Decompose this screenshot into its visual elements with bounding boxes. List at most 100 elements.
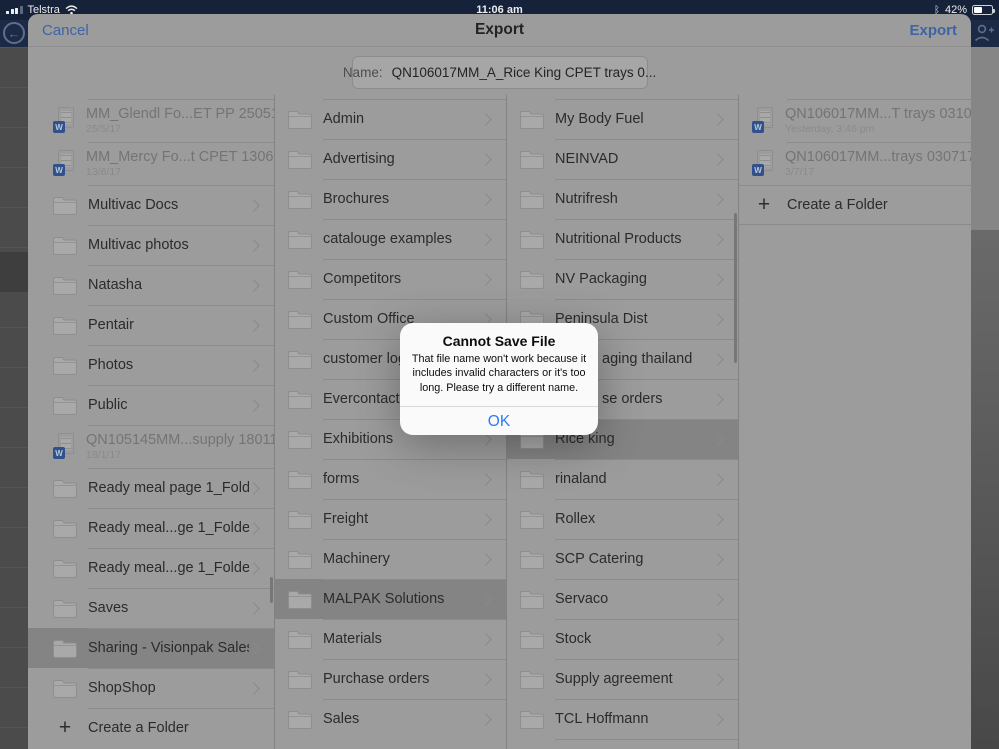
- chevron-right-icon: [479, 472, 492, 486]
- folder-icon: [287, 186, 313, 213]
- file-row[interactable]: W QN106017MM...trays 030717 3/7/17: [739, 142, 971, 185]
- folder-row[interactable]: [507, 739, 738, 749]
- folder-label: Photos: [88, 357, 134, 373]
- chevron-right-icon: [711, 392, 724, 406]
- word-file-icon: W: [52, 433, 76, 460]
- folder-row[interactable]: forms: [275, 459, 506, 499]
- file-date: 13/6/17: [86, 166, 122, 178]
- folder-row[interactable]: NEINVAD: [507, 139, 738, 179]
- folder-label: NV Packaging: [555, 271, 647, 287]
- create-folder-button[interactable]: + Create a Folder: [28, 708, 274, 748]
- folder-row[interactable]: SCP Catering: [507, 539, 738, 579]
- folder-row[interactable]: Nutritional Products: [507, 219, 738, 259]
- file-row[interactable]: W MM_Mercy Fo...t CPET 130617 13/6/17: [28, 142, 274, 185]
- folder-label: Freight: [323, 511, 369, 527]
- name-field-value: QN106017MM_A_Rice King CPET trays 0...: [391, 65, 657, 80]
- folder-row[interactable]: Servaco: [507, 579, 738, 619]
- folder-label: Advertising: [323, 151, 395, 167]
- folder-icon: [52, 675, 78, 702]
- folder-row[interactable]: Brochures: [275, 179, 506, 219]
- folder-row[interactable]: Advertising: [275, 139, 506, 179]
- word-file-icon: W: [52, 107, 76, 134]
- folder-row[interactable]: MALPAK Solutions: [275, 579, 506, 619]
- folder-label: forms: [323, 471, 360, 487]
- folder-row[interactable]: Machinery: [275, 539, 506, 579]
- chevron-right-icon: [711, 152, 724, 166]
- folder-row[interactable]: My Body Fuel: [507, 99, 738, 139]
- back-circle-icon: ←: [3, 22, 25, 44]
- folder-label: Ready meal page 1_Folder: [88, 480, 249, 496]
- folder-label: Rollex: [555, 511, 596, 527]
- browser-column-4: W QN106017MM...T trays 031017 Yesterday, 3…: [738, 95, 971, 749]
- folder-row[interactable]: Stock: [507, 619, 738, 659]
- folder-label: My Body Fuel: [555, 111, 644, 127]
- folder-icon: [519, 186, 545, 213]
- folder-icon: [287, 586, 313, 613]
- column-scrollbar[interactable]: [270, 577, 273, 603]
- folder-row[interactable]: Ready meal...ge 1_Folder 1: [28, 548, 274, 588]
- folder-row[interactable]: TCL Hoffmann: [507, 699, 738, 739]
- file-date: 25/5/17: [86, 123, 122, 135]
- folder-row[interactable]: Purchase orders: [275, 659, 506, 699]
- folder-row[interactable]: NV Packaging: [507, 259, 738, 299]
- folder-icon: [519, 506, 545, 533]
- folder-label: ShopShop: [88, 680, 156, 696]
- folder-row[interactable]: Nutrifresh: [507, 179, 738, 219]
- chevron-right-icon: [479, 272, 492, 286]
- name-area: Name: QN106017MM_A_Rice King CPET trays …: [28, 47, 971, 94]
- folder-row[interactable]: Sales: [275, 699, 506, 739]
- folder-label: Competitors: [323, 271, 402, 287]
- folder-row[interactable]: Rollex: [507, 499, 738, 539]
- chevron-right-icon: [479, 632, 492, 646]
- export-button[interactable]: Export: [909, 22, 957, 39]
- folder-label: Nutrifresh: [555, 191, 618, 207]
- folder-label: Natasha: [88, 277, 143, 293]
- folder-row[interactable]: Saves: [28, 588, 274, 628]
- folder-row[interactable]: Ready meal...ge 1_Folder 0: [28, 508, 274, 548]
- folder-row[interactable]: rinaland: [507, 459, 738, 499]
- file-row[interactable]: W QN106017MM...T trays 031017 Yesterday, 3…: [739, 99, 971, 142]
- folder-row[interactable]: Multivac photos: [28, 225, 274, 265]
- word-file-icon: W: [52, 150, 76, 177]
- chevron-right-icon: [711, 512, 724, 526]
- chevron-right-icon: [247, 681, 260, 695]
- file-date: 3/7/17: [785, 166, 815, 178]
- folder-icon: [52, 475, 78, 502]
- folder-label: Sharing - Visionpak Sales: [88, 640, 249, 656]
- file-row[interactable]: W MM_Glendl Fo...ET PP 250517 25/5/17: [28, 99, 274, 142]
- dimmed-background-left: [0, 47, 28, 749]
- folder-row[interactable]: Pentair: [28, 305, 274, 345]
- plus-icon: +: [58, 716, 72, 739]
- chevron-right-icon: [711, 432, 724, 446]
- filename-input[interactable]: Name: QN106017MM_A_Rice King CPET trays …: [343, 56, 656, 89]
- browser-column-1: W MM_Glendl Fo...ET PP 250517 25/5/17 W MM_M…: [28, 95, 274, 749]
- folder-row[interactable]: Materials: [275, 619, 506, 659]
- folder-row[interactable]: Freight: [275, 499, 506, 539]
- ok-button[interactable]: OK: [400, 405, 598, 435]
- file-title: QN105145MM...supply 180117: [86, 432, 274, 448]
- folder-icon: [287, 426, 313, 453]
- word-file-icon: W: [751, 107, 775, 134]
- folder-row[interactable]: Photos: [28, 345, 274, 385]
- cancel-button[interactable]: Cancel: [42, 22, 89, 39]
- file-date: 18/1/17: [86, 449, 122, 461]
- folder-row[interactable]: Ready meal page 1_Folder: [28, 468, 274, 508]
- folder-row[interactable]: Admin: [275, 99, 506, 139]
- folder-row[interactable]: Multivac Docs: [28, 185, 274, 225]
- battery-icon: [972, 5, 995, 15]
- folder-icon: [287, 706, 313, 733]
- folder-icon: [287, 106, 313, 133]
- folder-label: Multivac photos: [88, 237, 189, 253]
- folder-icon: [52, 192, 78, 219]
- folder-row[interactable]: Supply agreement: [507, 659, 738, 699]
- folder-row[interactable]: Public: [28, 385, 274, 425]
- folder-row[interactable]: Natasha: [28, 265, 274, 305]
- dimmed-background-right: [971, 47, 999, 749]
- folder-row[interactable]: Competitors: [275, 259, 506, 299]
- file-row[interactable]: W QN105145MM...supply 180117 18/1/17: [28, 425, 274, 468]
- folder-row[interactable]: ShopShop: [28, 668, 274, 708]
- folder-row[interactable]: Sharing - Visionpak Sales: [28, 628, 274, 668]
- create-folder-button[interactable]: + Create a Folder: [739, 185, 971, 225]
- column-scrollbar[interactable]: [734, 213, 737, 363]
- folder-row[interactable]: catalouge examples: [275, 219, 506, 259]
